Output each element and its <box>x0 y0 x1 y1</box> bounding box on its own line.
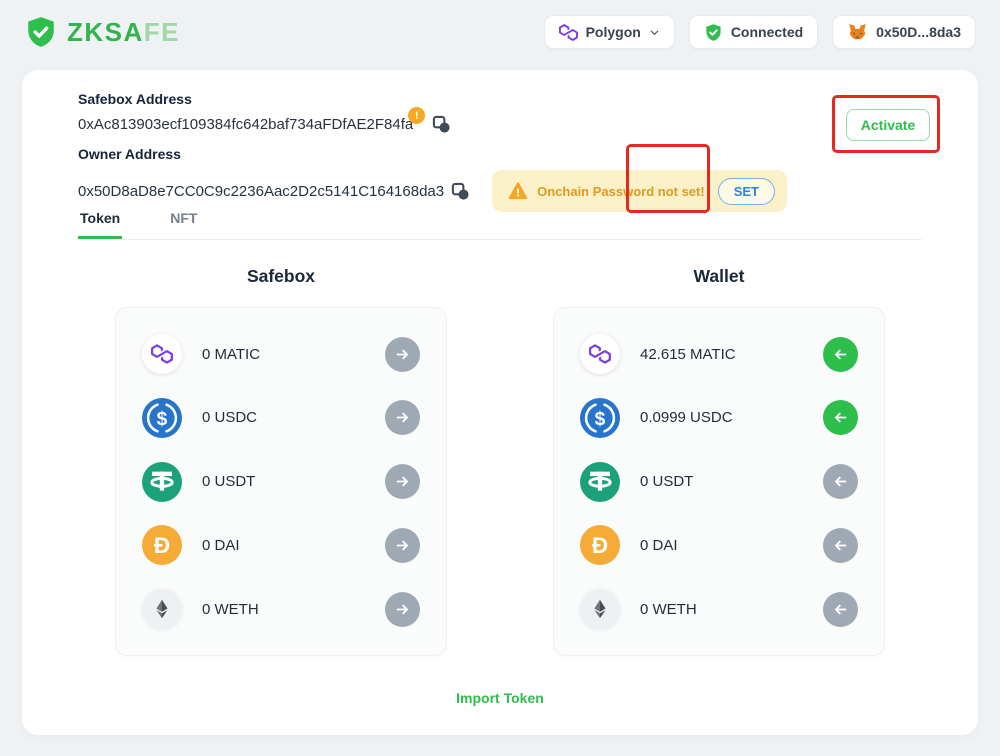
svg-text:$: $ <box>157 409 168 430</box>
token-row-weth: 0 WETH <box>580 585 858 633</box>
token-balance-label: 0.0999 USDC <box>640 409 733 426</box>
deposit-dai-button[interactable] <box>385 528 420 563</box>
usdt-icon <box>580 462 620 502</box>
deposit-usdc-button[interactable] <box>385 400 420 435</box>
safebox-panel-title: Safebox <box>115 266 447 287</box>
deposit-usdt-button[interactable] <box>385 464 420 499</box>
token-nft-tabs: Token NFT <box>78 204 922 240</box>
zksafe-logo: ZKSAFE <box>24 15 180 49</box>
copy-safebox-address-icon[interactable] <box>432 115 451 134</box>
account-address-label: 0x50D...8da3 <box>876 24 961 40</box>
password-warning-text: Onchain Password not set! <box>537 184 705 199</box>
copy-owner-address-icon[interactable] <box>451 182 470 201</box>
wallet-token-panel: 42.615 MATIC $ 0.0999 USDC 0 USDT <box>553 307 885 656</box>
token-row-usdt: 0 USDT <box>142 458 420 506</box>
token-balance-label: 0 WETH <box>202 601 259 618</box>
connection-status-chip[interactable]: Connected <box>689 15 818 49</box>
token-row-dai: Ð 0 DAI <box>142 521 420 569</box>
token-row-usdc: $ 0.0999 USDC <box>580 394 858 442</box>
withdraw-matic-button[interactable] <box>823 337 858 372</box>
dai-icon: Ð <box>580 525 620 565</box>
svg-text:$: $ <box>595 409 606 430</box>
token-row-usdt: 0 USDT <box>580 458 858 506</box>
withdraw-usdt-button[interactable] <box>823 464 858 499</box>
token-balance-label: 0 DAI <box>202 537 240 554</box>
token-balance-label: 0 WETH <box>640 601 697 618</box>
token-balance-label: 0 USDT <box>202 473 255 490</box>
polygon-matic-icon <box>142 334 182 374</box>
token-row-usdc: $ 0 USDC <box>142 394 420 442</box>
activate-button[interactable]: Activate <box>846 109 930 141</box>
top-bar: ZKSAFE Polygon Connected <box>0 0 1000 64</box>
usdt-icon <box>142 462 182 502</box>
svg-text:Ð: Ð <box>154 533 170 558</box>
safebox-address-label: Safebox Address <box>78 91 787 107</box>
deposit-weth-button[interactable] <box>385 592 420 627</box>
tab-token[interactable]: Token <box>78 204 122 239</box>
usdc-icon: $ <box>580 398 620 438</box>
shield-check-icon <box>24 15 58 49</box>
safebox-token-panel: 0 MATIC $ 0 USDC 0 USDT Ð <box>115 307 447 656</box>
token-balance-label: 0 USDC <box>202 409 257 426</box>
tab-nft[interactable]: NFT <box>168 204 199 239</box>
set-password-button[interactable]: SET <box>718 178 775 205</box>
dai-icon: Ð <box>142 525 182 565</box>
withdraw-weth-button[interactable] <box>823 592 858 627</box>
token-row-matic: 42.615 MATIC <box>580 330 858 378</box>
token-row-weth: 0 WETH <box>142 585 420 633</box>
owner-address-label: Owner Address <box>78 146 787 162</box>
logo-wordmark: ZKSAFE <box>67 19 180 45</box>
token-row-dai: Ð 0 DAI <box>580 521 858 569</box>
network-label: Polygon <box>586 24 641 40</box>
connection-status-label: Connected <box>731 24 803 40</box>
polygon-matic-icon <box>580 334 620 374</box>
token-balance-label: 0 MATIC <box>202 346 260 363</box>
withdraw-usdc-button[interactable] <box>823 400 858 435</box>
deposit-matic-button[interactable] <box>385 337 420 372</box>
chevron-down-icon <box>649 27 660 38</box>
weth-icon <box>142 589 182 629</box>
token-balance-label: 0 USDT <box>640 473 693 490</box>
account-chip[interactable]: 0x50D...8da3 <box>832 15 976 49</box>
wallet-panel-title: Wallet <box>553 266 885 287</box>
network-selector[interactable]: Polygon <box>544 15 675 49</box>
usdc-icon: $ <box>142 398 182 438</box>
import-token-link[interactable]: Import Token <box>22 690 978 706</box>
token-balance-label: 0 DAI <box>640 537 678 554</box>
main-card: Safebox Address 0xAc813903ecf109384fc642… <box>22 70 978 735</box>
safebox-address-value: 0xAc813903ecf109384fc642baf734aFDfAE2F84… <box>78 116 413 133</box>
polygon-icon <box>559 24 578 41</box>
token-row-matic: 0 MATIC <box>142 330 420 378</box>
withdraw-dai-button[interactable] <box>823 528 858 563</box>
weth-icon <box>580 589 620 629</box>
metamask-fox-icon <box>847 22 868 42</box>
svg-text:Ð: Ð <box>592 533 608 558</box>
shield-check-icon <box>704 23 723 42</box>
safebox-warning-badge: ! <box>408 107 425 124</box>
token-balance-label: 42.615 MATIC <box>640 346 736 363</box>
owner-address-value: 0x50D8aD8e7CC0C9c2236Aac2D2c5141C164168d… <box>78 183 444 200</box>
warning-triangle-icon <box>508 182 528 200</box>
